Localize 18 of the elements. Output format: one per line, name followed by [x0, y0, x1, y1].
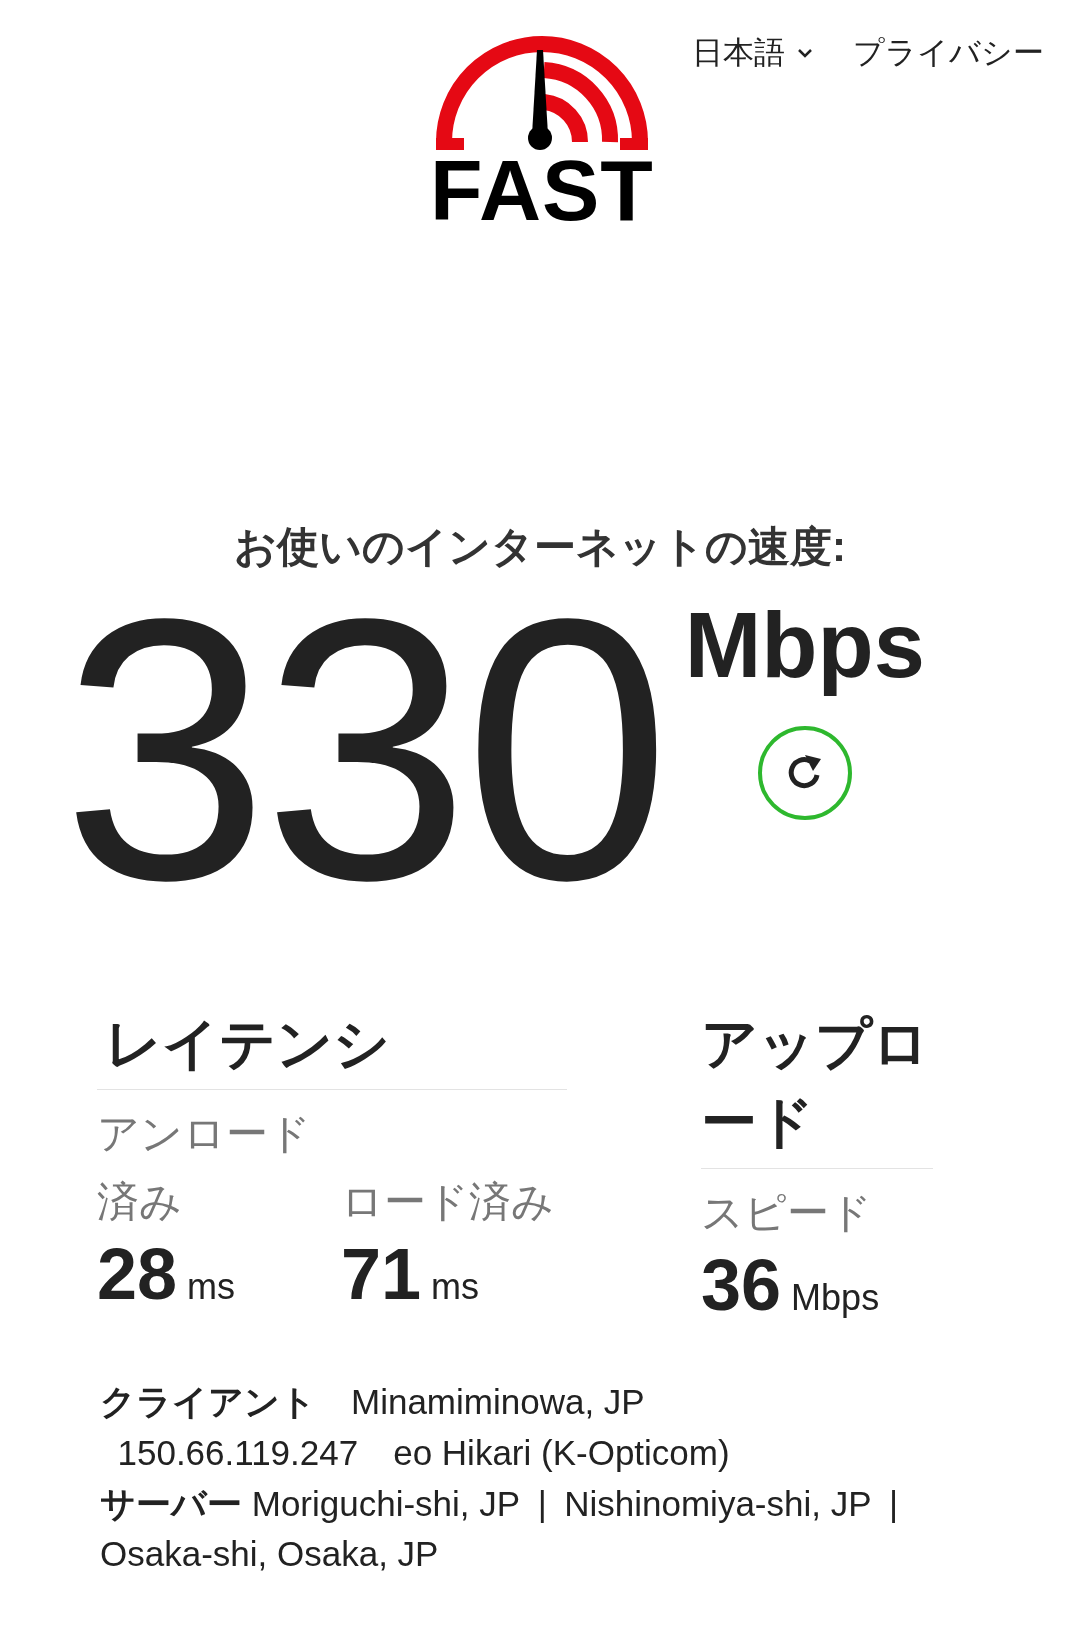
privacy-link[interactable]: プライバシー: [853, 30, 1044, 77]
server-info: サーバー Moriguchi-shi, JP | Nishinomiya-shi, JP | Osaka-shi, Osaka, JP: [100, 1482, 900, 1576]
metric-unit: ms: [187, 1264, 236, 1309]
chevron-down-icon: [797, 48, 813, 59]
logo-text: FAST: [430, 152, 654, 230]
metric-label: ロード済み: [341, 1176, 555, 1227]
language-dropdown[interactable]: 日本語: [692, 30, 813, 77]
client-info: クライアント Minamiminowa, JP 150.66.119.247 eo Hikari (K-Opticom): [100, 1381, 731, 1474]
speed-unit: Mbps: [684, 595, 925, 697]
metric-value: 36: [701, 1245, 782, 1326]
metric-unit: Mbps: [791, 1275, 880, 1320]
upload-heading: アップロード: [701, 1005, 933, 1169]
metric-value: 28: [97, 1234, 178, 1314]
latency-heading: レイテンシ: [97, 1005, 567, 1091]
metric-unit: ms: [431, 1264, 480, 1309]
metric-value: 71: [341, 1234, 422, 1314]
metric-label: スピード: [701, 1187, 873, 1238]
metric-label: アンロード済み: [97, 1109, 312, 1227]
